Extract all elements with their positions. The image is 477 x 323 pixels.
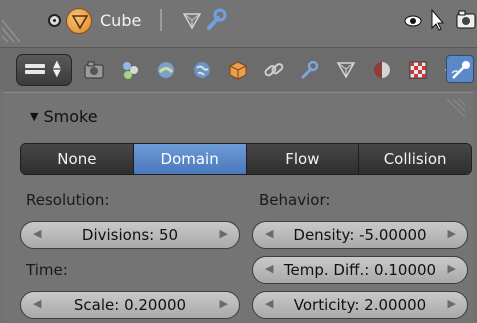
object-icon [229,61,247,80]
constraint-chain-icon [264,63,284,77]
scene-icon [158,62,174,78]
mesh-data-icon[interactable] [182,11,202,31]
tab-object[interactable] [224,56,252,84]
tab-physics[interactable] [446,55,474,83]
tab-render[interactable] [80,56,108,84]
layers-icon [123,62,138,79]
smoke-type-collision-button[interactable]: Collision [359,144,471,174]
vorticity-field[interactable]: ◀ Vorticity: 2.00000 ▶ [252,291,468,319]
smoke-panel: ▼ Smoke None Domain Flow Collision Resolu… [4,92,473,323]
object-name[interactable]: Cube [100,11,141,30]
properties-tabs: ▲ ▼ [0,47,477,91]
panel-title: Smoke [43,107,98,126]
tab-modifiers[interactable] [296,56,324,84]
temp-diff-value: Temp. Diff.: 0.10000 [283,261,437,279]
tab-constraints[interactable] [260,56,288,84]
decrement-arrow-icon[interactable]: ◀ [265,227,273,240]
decrement-arrow-icon[interactable]: ◀ [33,297,41,310]
behavior-label: Behavior: [259,191,331,209]
eye-icon[interactable] [404,14,422,28]
breadcrumb-separator [160,9,162,31]
divisions-value: Divisions: 50 [81,226,179,244]
render-icon[interactable] [455,10,477,30]
tab-world[interactable] [188,56,216,84]
temp-diff-field[interactable]: ◀ Temp. Diff.: 0.10000 ▶ [252,256,468,284]
smoke-type-flow-button[interactable]: Flow [246,144,360,174]
tab-render-layers[interactable] [116,56,144,84]
smoke-type-none-button[interactable]: None [21,144,134,174]
disclosure-triangle-icon: ▼ [30,110,39,123]
increment-arrow-icon[interactable]: ▶ [448,297,456,310]
modifier-wrench-icon[interactable] [205,8,227,32]
vorticity-value: Vorticity: 2.00000 [293,296,427,314]
cursor-icon[interactable] [429,8,445,32]
smoke-type-domain-button[interactable]: Domain [133,144,247,174]
physics-icon [451,61,470,79]
tab-data[interactable] [332,56,360,84]
decrement-arrow-icon[interactable]: ◀ [33,227,41,240]
time-label: Time: [26,261,68,279]
scale-field[interactable]: ◀ Scale: 0.20000 ▶ [20,291,240,319]
properties-header: Cube [0,0,477,46]
world-icon [194,62,210,78]
smoke-type-selector: None Domain Flow Collision [20,143,472,175]
material-icon [374,62,390,78]
region-corner-icon[interactable] [0,0,30,46]
tab-texture[interactable] [404,56,432,84]
increment-arrow-icon[interactable]: ▶ [448,262,456,275]
object-cube-icon[interactable] [66,8,92,34]
tab-scene[interactable] [152,56,180,84]
increment-arrow-icon[interactable]: ▶ [220,227,228,240]
object-dot-icon [48,14,61,27]
mesh-icon [336,62,356,79]
density-value: Density: -5.00000 [293,226,427,244]
decrement-arrow-icon[interactable]: ◀ [265,262,273,275]
chevron-updown-icon: ▲ ▼ [53,59,61,79]
increment-arrow-icon[interactable]: ▶ [448,227,456,240]
panel-drag-grip-icon[interactable] [443,97,467,121]
editor-type-menu-button[interactable]: ▲ ▼ [16,54,72,86]
properties-editor: Cube ▲ ▼ ▼ Smoke None Domain Flow Collis… [0,0,477,323]
texture-icon [409,61,427,79]
density-field[interactable]: ◀ Density: -5.00000 ▶ [252,221,468,249]
wrench-icon [301,60,319,79]
panel-header-smoke[interactable]: ▼ Smoke [30,107,98,126]
decrement-arrow-icon[interactable]: ◀ [265,297,273,310]
tab-material[interactable] [368,56,396,84]
divisions-field[interactable]: ◀ Divisions: 50 ▶ [20,221,240,249]
resolution-label: Resolution: [26,191,110,209]
increment-arrow-icon[interactable]: ▶ [220,297,228,310]
scale-value: Scale: 0.20000 [73,296,187,314]
camera-icon [84,61,104,79]
properties-editor-icon [25,64,45,76]
